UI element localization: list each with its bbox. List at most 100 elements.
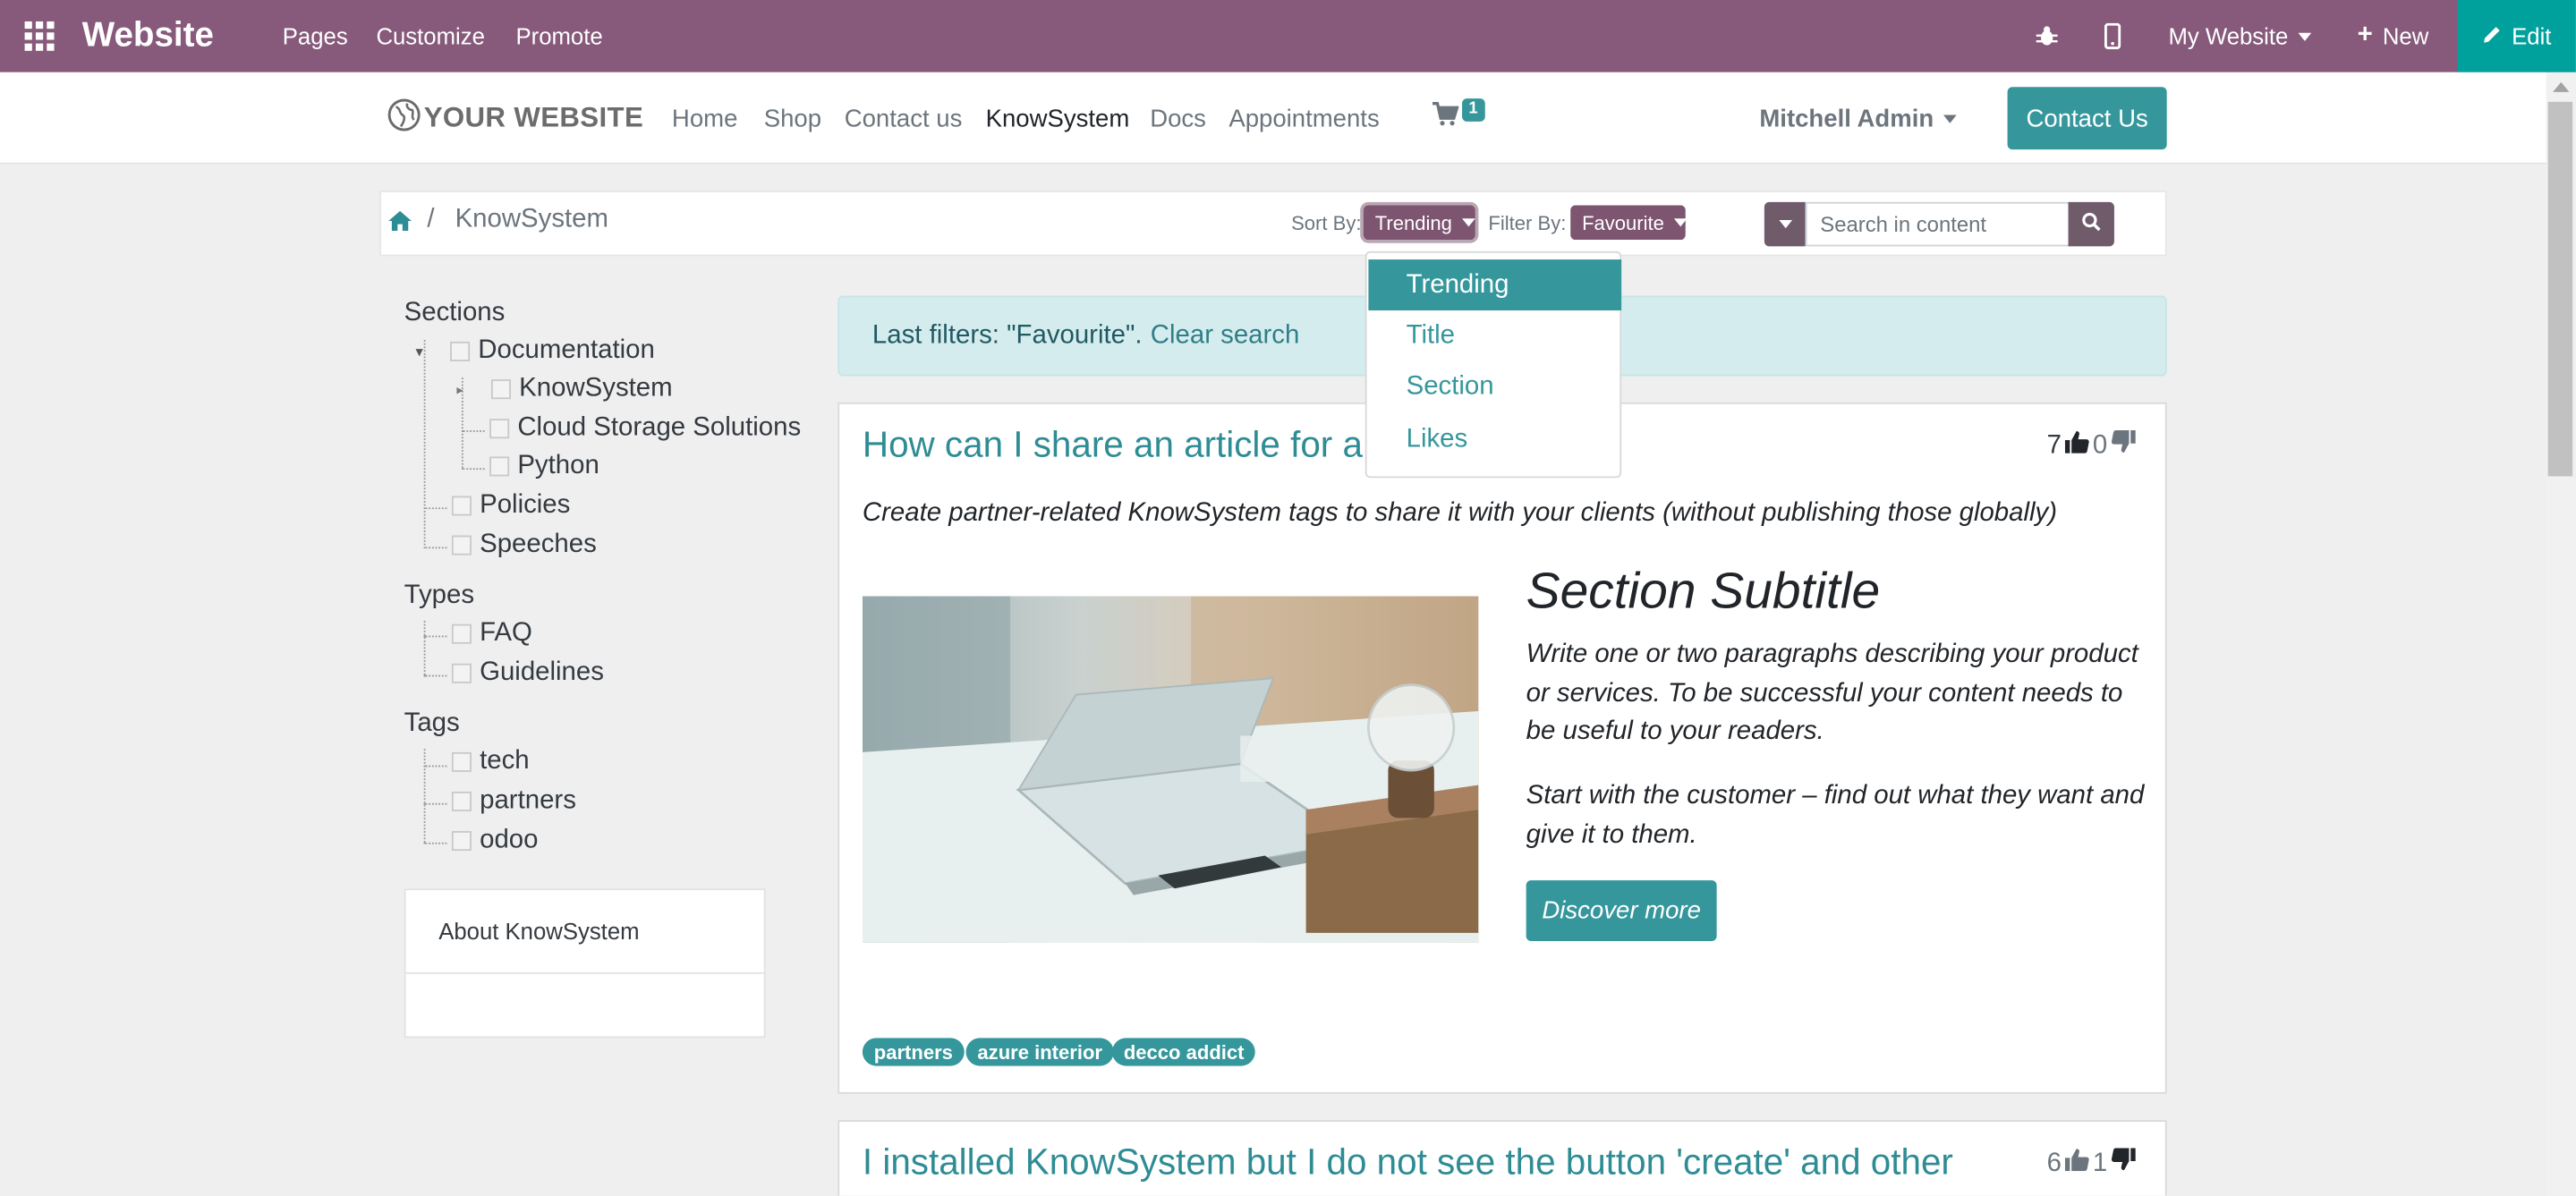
clear-search-link[interactable]: Clear search xyxy=(1151,321,1300,351)
tag-item-tech[interactable]: tech xyxy=(451,747,530,776)
sort-option-trending[interactable]: Trending xyxy=(1368,259,1622,311)
article-tag-azure-interior[interactable]: azure interior xyxy=(965,1038,1114,1066)
cart-count-badge: 1 xyxy=(1462,98,1484,122)
article-title[interactable]: I installed KnowSystem but I do not see … xyxy=(863,1141,1953,1184)
section-checkbox[interactable] xyxy=(490,379,511,400)
tree-connector xyxy=(461,430,485,432)
section-subtitle: Section Subtitle xyxy=(1526,561,1881,620)
section-checkbox[interactable] xyxy=(451,535,472,556)
breadcrumb-current: KnowSystem xyxy=(455,205,609,233)
menu-pages[interactable]: Pages xyxy=(283,0,348,72)
dislikes-count: 0 xyxy=(2092,430,2108,460)
type-item-guidelines[interactable]: Guidelines xyxy=(451,658,604,688)
nav-home[interactable]: Home xyxy=(672,72,737,165)
about-knowsystem-card: About KnowSystem xyxy=(404,888,766,1039)
sort-option-section[interactable]: Section xyxy=(1368,361,1621,412)
thumbs-up-icon[interactable] xyxy=(2064,1148,2090,1179)
apps-grid-icon[interactable] xyxy=(24,0,58,72)
tree-connector xyxy=(423,507,447,510)
website-selector[interactable]: My Website xyxy=(2169,0,2312,72)
search-button[interactable] xyxy=(2068,201,2114,247)
sort-dropdown-button[interactable]: Trending xyxy=(1363,205,1475,241)
likes-count: 7 xyxy=(2046,430,2062,460)
sort-option-likes[interactable]: Likes xyxy=(1368,414,1621,465)
mobile-preview-icon[interactable] xyxy=(2104,0,2121,72)
section-checkbox[interactable] xyxy=(489,419,510,439)
scroll-up-arrow-icon[interactable] xyxy=(2553,81,2570,92)
nav-contact-us[interactable]: Contact us xyxy=(845,72,963,165)
user-menu[interactable]: Mitchell Admin xyxy=(1759,72,1957,165)
type-checkbox[interactable] xyxy=(451,663,472,683)
tag-checkbox[interactable] xyxy=(451,791,472,811)
home-icon[interactable] xyxy=(387,210,412,240)
tag-label: partners xyxy=(480,786,576,815)
section-checkbox[interactable] xyxy=(450,341,471,361)
thumbs-down-icon[interactable] xyxy=(2111,430,2136,462)
discover-more-button[interactable]: Discover more xyxy=(1526,880,1717,942)
thumbs-down-icon[interactable] xyxy=(2111,1148,2136,1179)
app-brand[interactable]: Website xyxy=(82,0,214,72)
sort-by-label: Sort By: xyxy=(1291,211,1362,235)
filter-by-label: Filter By: xyxy=(1488,211,1567,235)
section-checkbox[interactable] xyxy=(489,456,510,477)
scrollbar-thumb[interactable] xyxy=(2547,101,2573,477)
contact-us-button[interactable]: Contact Us xyxy=(2007,87,2167,150)
tree-connector xyxy=(423,635,447,638)
sort-value: Trending xyxy=(1374,210,1452,234)
section-item-cloud-storage[interactable]: Cloud Storage Solutions xyxy=(489,414,801,444)
article-image xyxy=(862,596,1479,943)
type-item-faq[interactable]: FAQ xyxy=(451,619,532,649)
section-label: Speeches xyxy=(480,530,597,559)
section-checkbox[interactable] xyxy=(451,496,472,516)
section-item-speeches[interactable]: Speeches xyxy=(451,530,597,560)
section-label: Cloud Storage Solutions xyxy=(517,413,802,442)
sort-dropdown-menu: Trending Title Section Likes xyxy=(1365,250,1622,479)
website-selector-label: My Website xyxy=(2168,22,2289,50)
menu-promote[interactable]: Promote xyxy=(516,0,603,72)
type-checkbox[interactable] xyxy=(451,623,472,644)
type-label: Guidelines xyxy=(480,658,604,687)
shopping-cart-icon[interactable] xyxy=(1432,102,1459,135)
tag-checkbox[interactable] xyxy=(451,831,472,852)
expand-toggle-icon[interactable]: ▾ xyxy=(416,343,442,360)
nav-appointments[interactable]: Appointments xyxy=(1228,72,1379,165)
new-button-label: New xyxy=(2382,22,2429,50)
sections-heading: Sections xyxy=(404,299,506,327)
thumbs-up-icon[interactable] xyxy=(2064,430,2090,462)
edit-button[interactable]: Edit xyxy=(2457,0,2576,72)
tree-connector xyxy=(423,674,447,677)
article-tag-decco-addict[interactable]: decco addict xyxy=(1111,1038,1256,1066)
tag-item-partners[interactable]: partners xyxy=(451,786,576,816)
nav-knowsystem[interactable]: KnowSystem xyxy=(986,72,1130,165)
site-logo[interactable]: YOUR WEBSITE xyxy=(387,72,643,165)
menu-customize[interactable]: Customize xyxy=(376,0,484,72)
expand-toggle-icon[interactable]: ▸ xyxy=(456,382,482,397)
user-name: Mitchell Admin xyxy=(1759,104,1934,132)
chevron-down-icon xyxy=(1461,218,1475,227)
section-label: Documentation xyxy=(478,336,655,365)
tree-connector xyxy=(423,749,426,843)
section-item-documentation[interactable]: ▾ Documentation xyxy=(416,336,655,366)
new-button[interactable]: + New xyxy=(2358,0,2429,72)
sort-option-title[interactable]: Title xyxy=(1368,310,1621,361)
article-tag-partners[interactable]: partners xyxy=(862,1038,965,1066)
section-paragraph: Write one or two paragraphs describing y… xyxy=(1526,640,2138,746)
chevron-down-icon xyxy=(2298,31,2312,40)
article-description: Create partner-related KnowSystem tags t… xyxy=(862,499,2058,528)
filter-dropdown-button[interactable]: Favourite xyxy=(1570,205,1688,241)
search-options-dropdown[interactable] xyxy=(1764,201,1806,247)
section-item-policies[interactable]: Policies xyxy=(451,490,571,521)
tag-checkbox[interactable] xyxy=(451,751,472,772)
admin-top-bar: Website Pages Customize Promote My Websi… xyxy=(0,0,2576,72)
search-input[interactable]: Search in content xyxy=(1805,201,2070,247)
filter-value: Favourite xyxy=(1582,210,1664,234)
tag-label: odoo xyxy=(480,826,539,854)
site-header: YOUR WEBSITE Home Shop Contact us KnowSy… xyxy=(0,72,2546,165)
tag-item-odoo[interactable]: odoo xyxy=(451,826,539,856)
section-item-python[interactable]: Python xyxy=(489,452,599,481)
section-label: Policies xyxy=(480,490,571,520)
debug-bug-icon[interactable] xyxy=(2036,0,2059,72)
nav-shop[interactable]: Shop xyxy=(764,72,821,165)
nav-docs[interactable]: Docs xyxy=(1150,72,1206,165)
section-item-knowsystem[interactable]: ▸ KnowSystem xyxy=(456,375,672,404)
